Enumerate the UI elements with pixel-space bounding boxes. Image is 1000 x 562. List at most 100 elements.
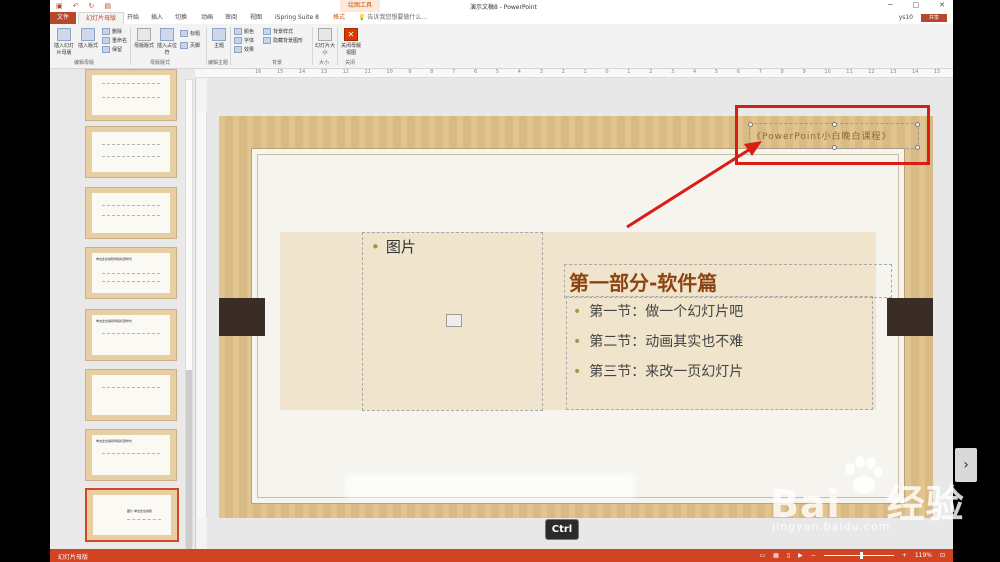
ruler-tick-label: 9 [802,69,806,75]
rename-button[interactable]: 重命名 [102,37,127,44]
placeholder-line [102,205,160,207]
delete-button[interactable]: 删除 [102,28,122,35]
reading-view-icon[interactable]: ▯ [787,552,790,559]
delete-label: 删除 [112,29,123,35]
tab-view[interactable]: 视图 [247,12,265,24]
ruler-tick-label: 4 [517,69,521,75]
insert-slide-master-button[interactable]: 插入幻灯片母版 [52,28,76,56]
tab-format[interactable]: 格式 [328,12,350,24]
slide-thumbnail[interactable]: 单击此处编辑母版标题样式 [85,247,177,299]
tab-transitions[interactable]: 切换 [172,12,190,24]
minimize-icon[interactable]: ─ [888,1,892,9]
ruler-tick-label: 10 [386,69,393,75]
title-checkbox[interactable]: 标题 [180,30,200,37]
bullet-icon: • [573,334,582,350]
maximize-icon[interactable]: □ [913,1,920,9]
close-master-view-button[interactable]: ✕ 关闭母版视图 [340,28,362,56]
thumbnail-canvas [92,75,170,115]
themes-button[interactable]: 主题 [210,28,228,49]
tell-me-search[interactable]: 💡 告诉我您想要做什么... [358,12,427,24]
picture-placeholder[interactable]: • 图片 [362,232,543,411]
tab-animations[interactable]: 动画 [198,12,216,24]
presentation-icon[interactable]: ▤ [104,2,111,10]
slide-size-button[interactable]: 幻灯片大小 [315,28,335,56]
vertical-ruler [198,112,207,517]
fit-slide-icon[interactable]: ⊡ [940,552,945,559]
scrollbar-thumb[interactable] [186,370,192,549]
ruler-tick-label: 1 [627,69,631,75]
ruler-tick-label: 7 [758,69,762,75]
picture-placeholder-label: 图片 [385,238,416,256]
close-master-icon: ✕ [344,28,358,41]
zoom-in-icon[interactable]: + [902,552,907,559]
ruler-tick-label: 4 [693,69,697,75]
ruler-tick-label: 8 [430,69,434,75]
thumbnail-title: 图片 单击此处编辑 [127,509,152,513]
slide-thumbnail[interactable] [85,369,177,421]
zoom-slider[interactable] [823,552,894,559]
preserve-label: 保留 [112,47,123,53]
close-icon[interactable]: ✕ [939,1,945,9]
redo-icon[interactable]: ↻ [89,2,95,10]
insert-layout-button[interactable]: 插入版式 [77,28,99,49]
zoom-out-icon[interactable]: − [811,552,816,559]
footer-checkbox[interactable]: 页脚 [180,42,200,49]
ctrl-key-hint: Ctrl [545,519,579,540]
picture-icon[interactable] [446,314,462,327]
tab-ispring[interactable]: iSpring Suite 8 [272,12,322,24]
slide-thumbnail[interactable] [85,187,177,239]
slide-thumbnail-selected[interactable]: 图片 单击此处编辑 [85,488,179,542]
ruler-tick-label: 11 [364,69,371,75]
placeholder-line [102,387,160,389]
tab-file[interactable]: 文件 [50,12,76,24]
thumbnail-scrollbar[interactable] [185,79,193,549]
zoom-level[interactable]: 119% [915,552,932,559]
ruler-tick-label: 2 [649,69,653,75]
fonts-button[interactable]: 字体 [234,37,254,44]
tab-home[interactable]: 开始 [124,12,142,24]
tab-review[interactable]: 审阅 [222,12,240,24]
normal-view-icon[interactable]: ▭ [759,552,765,559]
slide-thumbnail[interactable] [85,126,177,178]
slide-thumbnail[interactable]: 单击此处编辑母版标题样式 [85,309,177,361]
fonts-icon [234,37,242,44]
undo-icon[interactable]: ↶ [73,2,79,10]
ruler-tick-label: 14 [298,69,306,75]
thumbnail-title: 单击此处编辑母版标题样式 [96,257,133,261]
slideshow-icon[interactable]: ▶ [798,552,803,559]
ruler-tick-label: 12 [342,69,349,75]
list-item: • 第二节：动画其实也不难 [573,331,743,351]
colors-icon [234,28,242,35]
section-heading-textbox[interactable]: 第一部分-软件篇 [564,264,892,298]
section-heading: 第一部分-软件篇 [569,271,718,295]
preserve-button[interactable]: 保留 [102,46,122,53]
background-styles-button[interactable]: 背景样式 [263,28,293,35]
thumbnail-canvas: 单击此处编辑母版标题样式 [92,435,170,475]
hide-background-checkbox[interactable]: 隐藏背景图形 [263,37,303,44]
slide-thumbnail[interactable]: 单击此处编辑母版标题样式 [85,429,177,481]
save-icon[interactable]: ▣ [56,2,63,10]
effects-icon [234,46,242,53]
slide-master-icon [57,28,71,41]
horizontal-ruler: 16 15 14 13 12 11 10 9 8 7 6 5 4 3 2 1 0 1 2 3 4 5 6 7 8 9 10 11 12 1… [195,69,953,78]
chapter-list-textbox[interactable]: • 第一节：做一个幻灯片吧 • 第二节：动画其实也不难 • 第三节：来改一页幻灯片 [566,296,873,410]
slide-sorter-icon[interactable]: ▦ [773,552,779,559]
zoom-slider-thumb[interactable] [859,552,863,559]
slide-thumbnail[interactable] [85,69,177,121]
user-name[interactable]: ys10 [899,12,913,24]
ruler-tick-label: 9 [408,69,412,75]
hide-background-label: 隐藏背景图形 [273,38,304,44]
insert-placeholder-button[interactable]: 插入占位符 [156,28,178,56]
master-layout-button[interactable]: 母版版式 [134,28,154,49]
baidu-watermark: Bai 经验 jingyan.baidu.com [770,455,985,545]
quick-access-toolbar: ▣ ↶ ↻ ▤ [56,2,111,10]
tell-me-text: 告诉我您想要做什么... [367,14,428,21]
ruler-tick-label: 11 [846,69,853,75]
thumbnail-canvas [92,193,170,233]
effects-button[interactable]: 效果 [234,46,254,53]
tab-insert[interactable]: 插入 [148,12,166,24]
colors-button[interactable]: 颜色 [234,28,254,35]
window-controls: ─ □ ✕ [888,1,945,9]
group-edit-theme: 编辑主题 [208,60,229,66]
share-button[interactable]: 共享 [921,14,947,22]
